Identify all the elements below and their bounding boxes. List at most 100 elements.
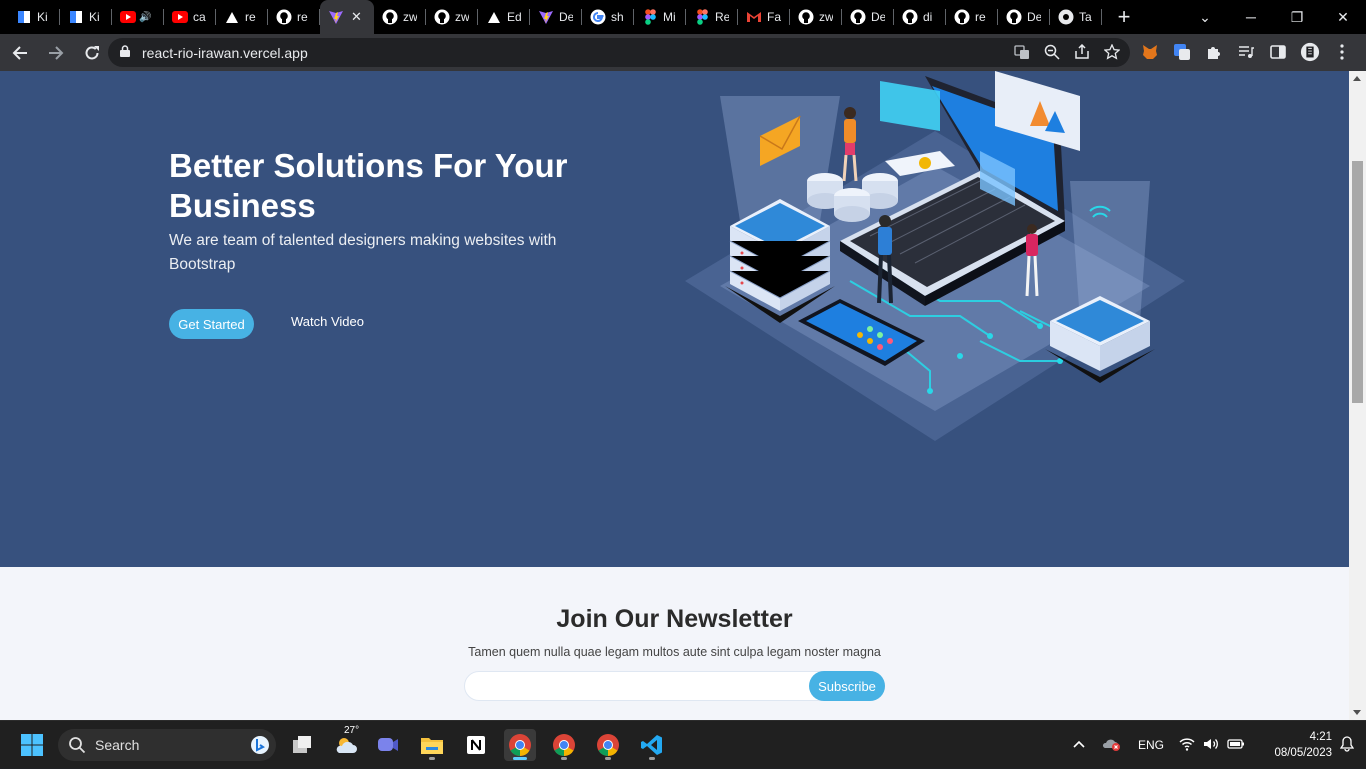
minimize-button[interactable]: ─ xyxy=(1228,0,1274,34)
tab-strip: Ki Ki 🔊 ca re re ✕ zw zw Ed De sh Mi Re Fa zw De di re De Ta… xyxy=(0,0,1366,34)
bing-icon[interactable] xyxy=(250,735,270,755)
scroll-up-arrow-icon[interactable] xyxy=(1353,76,1361,81)
extensions-puzzle-icon[interactable] xyxy=(1204,42,1224,62)
page-scrollbar[interactable] xyxy=(1349,71,1366,720)
browser-tab[interactable]: Mi xyxy=(634,0,686,34)
page-viewport: Better Solutions For Your Business We ar… xyxy=(0,71,1349,720)
chrome-icon xyxy=(1058,9,1074,25)
github-icon xyxy=(276,9,292,25)
tab-title: di xyxy=(923,10,933,24)
github-icon xyxy=(902,9,918,25)
browser-tab[interactable]: zw xyxy=(374,0,426,34)
back-arrow-icon xyxy=(12,45,27,60)
browser-tab[interactable]: zw xyxy=(790,0,842,34)
file-explorer-button[interactable] xyxy=(416,729,448,761)
browser-tab[interactable]: Ki xyxy=(60,0,112,34)
restore-button[interactable]: ❐ xyxy=(1274,0,1320,34)
github-icon xyxy=(798,9,814,25)
clock-date: 08/05/2023 xyxy=(1274,747,1332,759)
notion-button[interactable] xyxy=(460,729,492,761)
tab-title: De xyxy=(1027,10,1041,24)
browser-tab[interactable]: ✕ xyxy=(320,0,374,34)
tab-title: Mi xyxy=(663,10,676,24)
chrome-profile-1-button[interactable] xyxy=(504,729,536,761)
chrome-profile-3-button[interactable] xyxy=(592,729,624,761)
taskbar-search-box[interactable]: Search xyxy=(58,729,276,761)
subscribe-button[interactable]: Subscribe xyxy=(809,671,885,701)
tab-title: re xyxy=(297,10,308,24)
google-translate-extension-icon[interactable] xyxy=(1172,42,1192,62)
browser-tab[interactable]: De xyxy=(530,0,582,34)
task-view-button[interactable] xyxy=(286,729,318,761)
watch-video-link[interactable]: Watch Video xyxy=(291,314,364,329)
bookmark-star-icon[interactable] xyxy=(1103,43,1121,63)
browser-tab[interactable]: Ed xyxy=(478,0,530,34)
hero-subtitle: We are team of talented designers making… xyxy=(169,232,557,273)
quick-settings-group[interactable] xyxy=(1179,721,1245,769)
scroll-down-arrow-icon[interactable] xyxy=(1353,710,1361,715)
get-started-button[interactable]: Get Started xyxy=(169,309,254,339)
newsletter-text: Tamen quem nulla quae legam multos aute … xyxy=(468,645,881,659)
vite-icon xyxy=(538,9,554,25)
chrome-menu-icon[interactable] xyxy=(1332,42,1352,62)
close-tab-icon[interactable]: ✕ xyxy=(351,9,362,25)
tab-search-chevron-icon[interactable]: ⌄ xyxy=(1182,0,1228,34)
notion-icon xyxy=(467,736,485,754)
onedrive-error-icon[interactable] xyxy=(1102,736,1122,755)
lock-icon xyxy=(120,45,134,60)
browser-tab[interactable]: zw xyxy=(426,0,478,34)
browser-tab[interactable]: Fa xyxy=(738,0,790,34)
browser-tab[interactable]: di xyxy=(894,0,946,34)
side-panel-icon[interactable] xyxy=(1268,42,1288,62)
github-icon xyxy=(954,9,970,25)
browser-tab[interactable]: De xyxy=(998,0,1050,34)
browser-tab[interactable]: 🔊 xyxy=(112,0,164,34)
system-clock[interactable]: 4:21 08/05/2023 xyxy=(1252,729,1332,761)
new-tab-button[interactable]: + xyxy=(1106,4,1142,30)
media-playlist-icon[interactable] xyxy=(1236,42,1256,62)
newsletter-email-input[interactable] xyxy=(471,674,801,698)
weather-cloud-icon xyxy=(336,738,357,753)
tab-title: Ki xyxy=(89,10,100,24)
forward-button[interactable] xyxy=(40,37,72,69)
browser-tab[interactable]: Ki xyxy=(8,0,60,34)
folder-icon xyxy=(421,738,443,754)
browser-tab[interactable]: Ta xyxy=(1050,0,1102,34)
close-window-button[interactable]: ✕ xyxy=(1320,0,1366,34)
start-button[interactable] xyxy=(16,729,48,761)
vite-icon xyxy=(328,9,344,25)
vercel-icon xyxy=(486,9,502,25)
chrome-profile-2-button[interactable] xyxy=(548,729,580,761)
audio-playing-icon[interactable]: 🔊 xyxy=(139,12,151,23)
figma-icon xyxy=(694,9,710,25)
translate-icon[interactable] xyxy=(1014,44,1030,63)
vscode-button[interactable] xyxy=(636,729,668,761)
tab-title: De xyxy=(871,10,885,24)
tab-title: sh xyxy=(611,10,624,24)
profile-avatar-icon[interactable] xyxy=(1300,42,1320,62)
browser-tab[interactable]: re xyxy=(216,0,268,34)
browser-tab[interactable]: re xyxy=(268,0,320,34)
scrollbar-thumb[interactable] xyxy=(1352,161,1363,403)
browser-tab[interactable]: ca xyxy=(164,0,216,34)
browser-tab[interactable]: De xyxy=(842,0,894,34)
reload-button[interactable] xyxy=(76,37,108,69)
metamask-extension-icon[interactable] xyxy=(1140,42,1160,62)
weather-widget[interactable]: 27° xyxy=(330,725,364,761)
address-bar[interactable]: react-rio-irawan.vercel.app xyxy=(108,38,1130,67)
tab-title: ca xyxy=(193,10,206,24)
show-hidden-icons-chevron-icon[interactable] xyxy=(1072,738,1086,752)
browser-tab[interactable]: Re xyxy=(686,0,738,34)
input-language-indicator[interactable]: ENG xyxy=(1138,721,1164,769)
meet-chat-icon xyxy=(378,738,398,751)
browser-tab[interactable]: re xyxy=(946,0,998,34)
browser-tab[interactable]: sh xyxy=(582,0,634,34)
chrome-icon xyxy=(553,734,575,756)
tab-title: Ki xyxy=(37,10,48,24)
zoom-icon[interactable] xyxy=(1044,44,1060,63)
share-icon[interactable] xyxy=(1074,43,1090,63)
teams-chat-button[interactable] xyxy=(372,729,404,761)
reload-icon xyxy=(85,45,99,59)
notification-bell-icon[interactable] xyxy=(1339,735,1355,755)
back-button[interactable] xyxy=(4,37,36,69)
